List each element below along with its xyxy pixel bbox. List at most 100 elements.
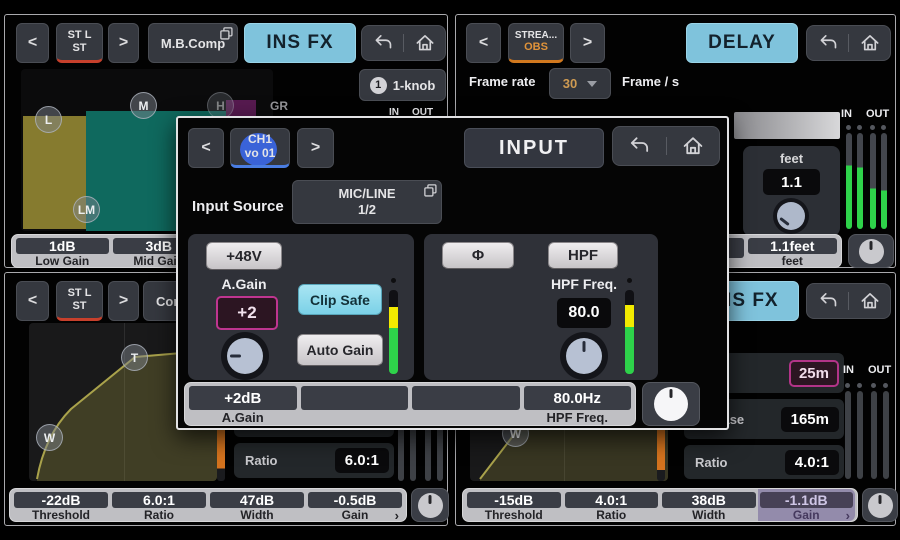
footer-gain[interactable]: -0.5dB Gain› xyxy=(306,489,404,521)
width-handle[interactable]: W xyxy=(36,424,63,451)
out-meter-r xyxy=(883,391,889,479)
one-knob-button[interactable]: 1 1-knob xyxy=(359,69,446,101)
footer-threshold[interactable]: -22dB Threshold xyxy=(12,489,110,521)
footer-width[interactable]: 47dB Width xyxy=(208,489,306,521)
meter-dot xyxy=(391,278,396,283)
delay-knob[interactable] xyxy=(773,198,809,234)
ratio-row[interactable]: Ratio 6.0:1 xyxy=(234,443,394,478)
prev-channel-button[interactable]: < xyxy=(16,281,49,321)
input-level-meter xyxy=(389,290,398,374)
a-gain-knob[interactable] xyxy=(221,332,269,380)
chevron-left-icon: < xyxy=(479,34,488,52)
threshold-handle[interactable]: T xyxy=(121,344,148,371)
delay-value[interactable]: 1.1 xyxy=(763,169,820,195)
channel-select-button[interactable]: ST L ST xyxy=(56,281,103,321)
undo-icon[interactable] xyxy=(817,32,839,54)
footer-label: A.Gain xyxy=(187,410,299,425)
footer-width[interactable]: 38dB Width xyxy=(660,489,758,521)
nav-group xyxy=(806,283,891,319)
hpf-freq-knob[interactable] xyxy=(560,332,608,380)
footer-cell[interactable] xyxy=(410,383,522,425)
phantom-48v-button[interactable]: +48V xyxy=(206,242,282,270)
footer-knob-button[interactable] xyxy=(411,488,449,522)
out-meter-l xyxy=(871,391,877,479)
divider xyxy=(848,292,849,310)
footer-hpf-freq[interactable]: 80.0Hz HPF Freq. xyxy=(522,383,634,425)
high-band-handle[interactable]: H xyxy=(207,92,234,119)
footer-delay-feet[interactable]: 1.1feet feet xyxy=(746,235,840,267)
meter-dot xyxy=(881,125,886,130)
fx-preset-label: M.B.Comp xyxy=(161,36,225,51)
one-knob-label: 1-knob xyxy=(393,78,436,93)
knob-cap xyxy=(566,338,602,374)
channel-name: CH1 xyxy=(248,133,272,147)
mid-band-handle[interactable]: M xyxy=(130,92,157,119)
next-channel-button[interactable]: > xyxy=(108,281,139,321)
divider xyxy=(403,34,404,52)
hpf-freq-value[interactable]: 80.0 xyxy=(557,298,611,328)
footer-value: 6.0:1 xyxy=(112,492,206,508)
channel-name-2: vo 01 xyxy=(245,147,276,161)
out-meter-l xyxy=(870,133,876,229)
in-meter-r xyxy=(857,133,863,229)
low-band-handle[interactable]: L xyxy=(35,106,62,133)
nav-group xyxy=(612,126,720,166)
phase-button[interactable]: Φ xyxy=(442,242,514,269)
ratio-row[interactable]: Ratio 4.0:1 xyxy=(684,445,844,479)
footer-a-gain[interactable]: +2dB A.Gain xyxy=(187,383,299,425)
prev-channel-button[interactable]: < xyxy=(466,23,501,63)
home-icon[interactable] xyxy=(414,32,436,54)
footer-cell[interactable] xyxy=(299,383,411,425)
undo-icon[interactable] xyxy=(817,290,839,312)
hpf-button[interactable]: HPF xyxy=(548,242,618,269)
footer-label: Threshold xyxy=(465,508,563,522)
footer-knob-button[interactable] xyxy=(642,382,700,426)
footer-value: 4.0:1 xyxy=(565,492,659,508)
low-mid-crossover-handle[interactable]: LM xyxy=(73,196,100,223)
footer-knob-button[interactable] xyxy=(848,234,894,268)
chevron-right-icon: › xyxy=(395,508,399,523)
out-meter-label: OUT xyxy=(866,108,889,120)
undo-icon[interactable] xyxy=(627,134,651,158)
knob-icon xyxy=(418,493,443,518)
meter-dot xyxy=(846,125,851,130)
next-channel-button[interactable]: > xyxy=(570,23,605,63)
meter-dot xyxy=(857,125,862,130)
channel-select-button[interactable]: STREA... OBS xyxy=(508,23,564,63)
undo-icon[interactable] xyxy=(372,32,394,54)
meter-dot xyxy=(870,125,875,130)
footer-threshold[interactable]: -15dB Threshold xyxy=(465,489,563,521)
footer-value: 38dB xyxy=(662,492,756,508)
home-icon[interactable] xyxy=(859,32,881,54)
home-icon[interactable] xyxy=(859,290,881,312)
frame-rate-dropdown[interactable]: 30 xyxy=(549,68,611,99)
footer-label: feet xyxy=(746,254,840,268)
fx-preset-button[interactable]: M.B.Comp xyxy=(148,23,238,63)
next-channel-button[interactable]: > xyxy=(297,128,334,168)
input-source-line2: 1/2 xyxy=(358,202,376,218)
footer-label: HPF Freq. xyxy=(522,410,634,425)
footer-low-gain[interactable]: 1dB Low Gain xyxy=(14,235,111,267)
home-icon[interactable] xyxy=(681,134,705,158)
footer-value: -15dB xyxy=(467,492,561,508)
footer-knob-button[interactable] xyxy=(862,488,898,522)
prev-channel-button[interactable]: < xyxy=(188,128,224,168)
prev-channel-button[interactable]: < xyxy=(16,23,49,63)
clip-safe-button[interactable]: Clip Safe xyxy=(298,284,382,315)
a-gain-value[interactable]: +2 xyxy=(216,296,278,330)
footer-gain-selected[interactable]: -1.1dB Gain› xyxy=(758,489,856,521)
footer-ratio[interactable]: 6.0:1 Ratio xyxy=(110,489,208,521)
chevron-left-icon: < xyxy=(28,34,37,52)
out-meter-label: OUT xyxy=(868,364,891,376)
channel-select-button[interactable]: ST L ST xyxy=(56,23,103,63)
next-channel-button[interactable]: > xyxy=(108,23,139,63)
in-meter-label: IN xyxy=(841,108,852,120)
input-source-button[interactable]: MIC/LINE 1/2 xyxy=(292,180,442,224)
analog-gain-section: +48V A.Gain +2 Clip Safe Auto Gain xyxy=(188,234,414,380)
knob-cap xyxy=(777,202,805,230)
footer-ratio[interactable]: 4.0:1 Ratio xyxy=(563,489,661,521)
meter-dot xyxy=(627,278,632,283)
auto-gain-button[interactable]: Auto Gain xyxy=(297,334,383,366)
channel-select-button[interactable]: CH1 vo 01 xyxy=(230,128,290,168)
hpf-freq-label: HPF Freq. xyxy=(536,276,632,292)
